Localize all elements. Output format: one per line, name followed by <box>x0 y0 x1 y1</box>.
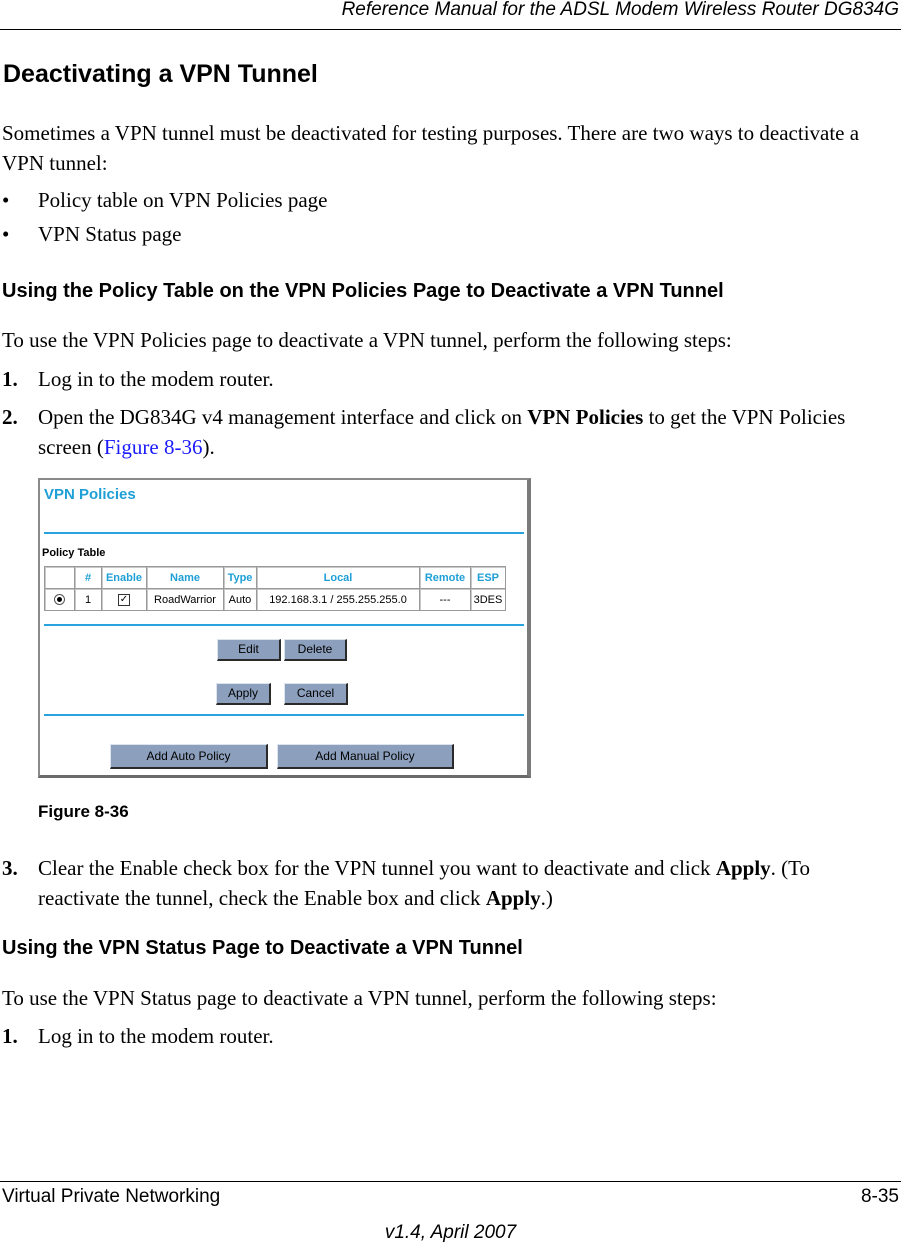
step-text-part: .) <box>540 886 553 910</box>
divider <box>44 714 524 716</box>
footer-rule <box>0 1181 901 1182</box>
bullet-text: Policy table on VPN Policies page <box>38 188 328 212</box>
col-esp: ESP <box>470 566 506 589</box>
local-cell: 192.168.3.1 / 255.255.255.0 <box>256 588 420 611</box>
bullet-marker: • <box>2 222 10 246</box>
ui-term: Apply <box>485 886 541 910</box>
figure-link[interactable]: Figure 8-36 <box>104 435 203 459</box>
step-item: 1. Log in to the modem router. <box>2 364 882 394</box>
edit-button[interactable]: Edit <box>217 639 281 661</box>
col-remote: Remote <box>419 566 471 589</box>
footer-page-number: 8-35 <box>860 1186 899 1207</box>
step-text-part: Open the DG834G v4 management interface … <box>38 405 528 429</box>
name-cell: RoadWarrior <box>146 588 224 611</box>
col-name: Name <box>146 566 224 589</box>
divider <box>44 532 524 534</box>
select-cell <box>44 588 75 611</box>
step-text-part: Clear the Enable check box for the VPN t… <box>38 856 716 880</box>
running-header-title: Reference Manual for the ADSL Modem Wire… <box>341 0 899 20</box>
step-item: 1. Log in to the modem router. <box>2 1021 882 1051</box>
table-header-row: # Enable Name Type Local Remote ESP <box>44 566 506 589</box>
type-cell: Auto <box>223 588 257 611</box>
step-item: 2. Open the DG834G v4 management interfa… <box>2 402 882 462</box>
policy-radio[interactable] <box>54 594 65 606</box>
enable-checkbox[interactable]: ✓ <box>118 593 130 606</box>
col-number: # <box>74 566 102 589</box>
step-number: 1. <box>2 1024 18 1048</box>
delete-button[interactable]: Delete <box>284 639 347 661</box>
subsection-intro: To use the VPN Policies page to deactiva… <box>2 328 732 352</box>
subsection-title: Using the VPN Status Page to Deactivate … <box>2 937 523 959</box>
vpn-policies-screenshot: VPN Policies Policy Table # Enable Name … <box>38 478 531 778</box>
subsection-title: Using the Policy Table on the VPN Polici… <box>2 280 724 302</box>
footer-version: v1.4, April 2007 <box>384 1222 517 1243</box>
footer-chapter: Virtual Private Networking <box>2 1186 221 1207</box>
step-item: 3. Clear the Enable check box for the VP… <box>2 853 882 913</box>
ui-term: Apply <box>715 856 771 880</box>
col-local: Local <box>256 566 420 589</box>
step-number: 3. <box>2 856 18 880</box>
ui-term: VPN Policies <box>527 405 644 429</box>
section-title: Deactivating a VPN Tunnel <box>3 60 318 88</box>
table-row: 1 ✓ RoadWarrior Auto 192.168.3.1 / 255.2… <box>44 588 506 611</box>
header-rule <box>0 29 901 30</box>
vpn-policies-title: VPN Policies <box>44 486 136 503</box>
step-number: 2. <box>2 405 18 429</box>
add-manual-policy-button[interactable]: Add Manual Policy <box>277 744 454 769</box>
step-text-part: ). <box>202 435 215 459</box>
col-select <box>44 566 75 589</box>
esp-cell: 3DES <box>470 588 506 611</box>
col-type: Type <box>223 566 257 589</box>
cancel-button[interactable]: Cancel <box>284 683 348 705</box>
col-enable: Enable <box>101 566 147 589</box>
policy-table-title: Policy Table <box>42 547 106 559</box>
step-text: Log in to the modem router. <box>38 367 274 391</box>
remote-cell: --- <box>419 588 471 611</box>
figure-caption: Figure 8-36 <box>38 802 129 821</box>
number-cell: 1 <box>74 588 102 611</box>
divider <box>44 624 524 626</box>
step-number: 1. <box>2 367 18 391</box>
policy-table: # Enable Name Type Local Remote ESP 1 ✓ … <box>44 566 506 611</box>
add-auto-policy-button[interactable]: Add Auto Policy <box>110 744 268 769</box>
subsection-intro: To use the VPN Status page to deactivate… <box>2 986 717 1010</box>
step-text: Open the DG834G v4 management interface … <box>38 402 882 462</box>
bullet-marker: • <box>2 188 10 212</box>
bullet-text: VPN Status page <box>38 222 182 246</box>
section-intro: Sometimes a VPN tunnel must be deactivat… <box>2 121 860 175</box>
apply-button[interactable]: Apply <box>216 683 271 705</box>
step-text: Clear the Enable check box for the VPN t… <box>38 853 882 913</box>
step-text: Log in to the modem router. <box>38 1024 274 1048</box>
enable-cell: ✓ <box>101 588 147 611</box>
